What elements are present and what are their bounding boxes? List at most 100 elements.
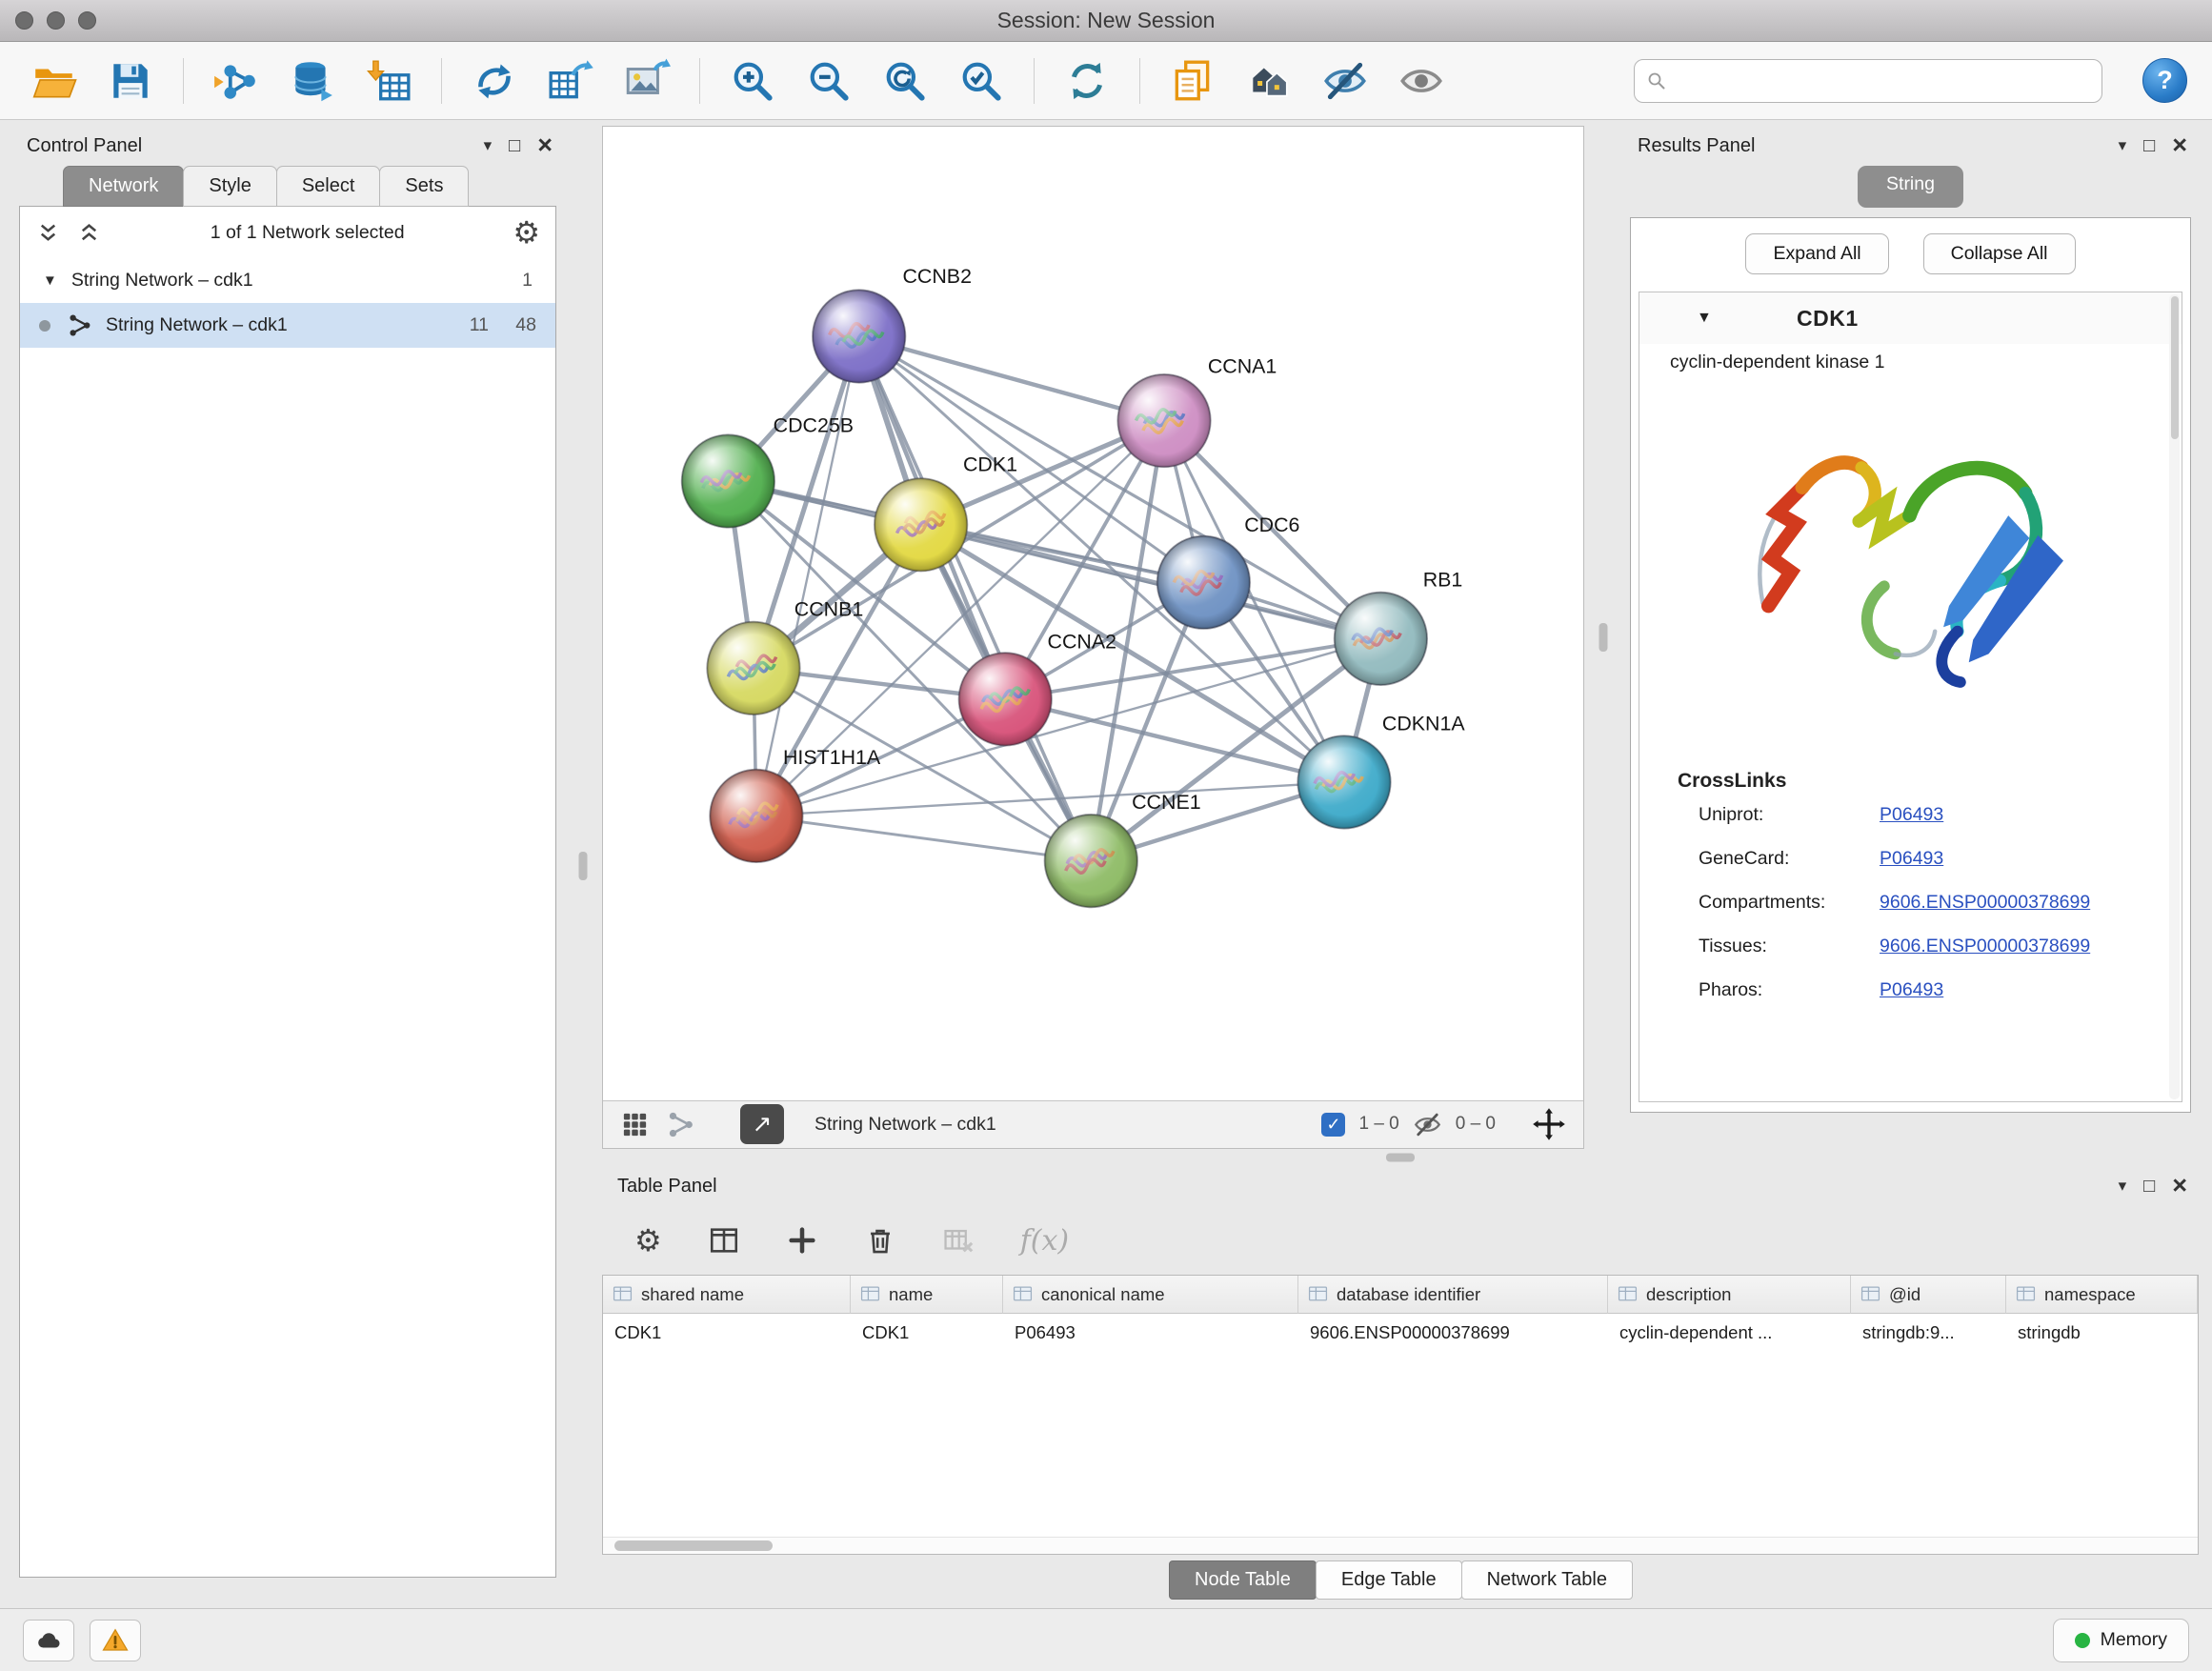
apply-layout-button[interactable] bbox=[1057, 51, 1116, 111]
network-node-CDKN1A[interactable] bbox=[1297, 735, 1390, 828]
float-panel-icon[interactable]: ▾ bbox=[2119, 136, 2127, 155]
create-column-icon[interactable] bbox=[786, 1224, 818, 1257]
expand-all-button[interactable]: Expand All bbox=[1745, 233, 1888, 274]
column-header-name[interactable]: name bbox=[851, 1276, 1003, 1314]
tab-network-table[interactable]: Network Table bbox=[1461, 1560, 1633, 1600]
pan-crosshair-icon[interactable] bbox=[1532, 1107, 1566, 1141]
network-edge[interactable] bbox=[921, 525, 1381, 639]
grid-view-icon[interactable] bbox=[620, 1110, 650, 1139]
collapse-all-button[interactable]: Collapse All bbox=[1923, 233, 2076, 274]
network-graph[interactable]: CCNB2CCNA1CDC25BCDK1CDC6RB1CCNB1CCNA2CDK… bbox=[603, 127, 1583, 1100]
network-canvas[interactable]: CCNB2CCNA1CDC25BCDK1CDC6RB1CCNB1CCNA2CDK… bbox=[603, 127, 1583, 1100]
close-panel-icon[interactable]: × bbox=[537, 135, 553, 156]
float-panel-icon[interactable]: ▾ bbox=[2119, 1177, 2127, 1196]
network-edge[interactable] bbox=[756, 336, 859, 815]
column-header-id[interactable]: @id bbox=[1851, 1276, 2006, 1314]
tab-edge-table[interactable]: Edge Table bbox=[1316, 1560, 1462, 1600]
search-input[interactable] bbox=[1634, 59, 2102, 103]
network-node-CCNA1[interactable] bbox=[1117, 374, 1210, 467]
splitter-grip[interactable] bbox=[579, 852, 588, 880]
collapse-all-icon[interactable] bbox=[76, 220, 102, 246]
splitter-grip[interactable] bbox=[1386, 1154, 1415, 1162]
table-settings-gear-icon[interactable]: ⚙ bbox=[634, 1225, 662, 1256]
new-network-from-selection-button[interactable] bbox=[465, 51, 524, 111]
network-node-CCNB2[interactable] bbox=[813, 290, 905, 382]
show-columns-icon[interactable] bbox=[708, 1224, 740, 1257]
column-header-description[interactable]: description bbox=[1608, 1276, 1851, 1314]
crosslink-link[interactable]: P06493 bbox=[1880, 848, 1943, 870]
detach-view-button[interactable]: ↗ bbox=[740, 1104, 784, 1144]
cloud-status-button[interactable] bbox=[23, 1620, 74, 1661]
memory-button[interactable]: Memory bbox=[2053, 1619, 2189, 1662]
maximize-panel-icon[interactable]: □ bbox=[2143, 1176, 2155, 1198]
table-horizontal-scrollbar[interactable] bbox=[603, 1537, 2198, 1554]
column-header-database-identifier[interactable]: database identifier bbox=[1298, 1276, 1608, 1314]
horizontal-splitter[interactable] bbox=[602, 1149, 2199, 1166]
network-row[interactable]: String Network – cdk1 11 48 bbox=[20, 303, 555, 348]
maximize-panel-icon[interactable]: □ bbox=[509, 135, 520, 157]
tab-sets[interactable]: Sets bbox=[379, 166, 469, 207]
crosslink-link[interactable]: 9606.ENSP00000378699 bbox=[1880, 892, 2090, 914]
scrollbar-thumb[interactable] bbox=[2171, 296, 2179, 439]
export-image-button[interactable] bbox=[617, 51, 676, 111]
column-header-shared-name[interactable]: shared name bbox=[603, 1276, 851, 1314]
tab-select[interactable]: Select bbox=[276, 166, 381, 207]
results-scrollbar[interactable] bbox=[2169, 294, 2180, 1099]
zoom-out-button[interactable] bbox=[799, 51, 858, 111]
window-zoom-button[interactable] bbox=[78, 11, 96, 30]
tab-string[interactable]: String bbox=[1858, 166, 1963, 208]
network-node-CDC25B[interactable] bbox=[682, 434, 774, 527]
hide-graphics-details-button[interactable] bbox=[1316, 51, 1375, 111]
tab-style[interactable]: Style bbox=[183, 166, 276, 207]
network-node-CCNE1[interactable] bbox=[1045, 815, 1137, 907]
window-minimize-button[interactable] bbox=[47, 11, 65, 30]
crosslink-link[interactable]: 9606.ENSP00000378699 bbox=[1880, 936, 2090, 957]
network-node-CCNA2[interactable] bbox=[959, 653, 1052, 745]
splitter-grip[interactable] bbox=[1599, 623, 1608, 652]
tab-network[interactable]: Network bbox=[63, 166, 184, 207]
network-node-HIST1H1A[interactable] bbox=[710, 770, 802, 862]
collapse-triangle-icon[interactable]: ▼ bbox=[43, 272, 57, 289]
column-header-canonical-name[interactable]: canonical name bbox=[1003, 1276, 1298, 1314]
window-close-button[interactable] bbox=[15, 11, 33, 30]
export-table-button[interactable] bbox=[541, 51, 600, 111]
close-panel-icon[interactable]: × bbox=[2172, 135, 2187, 156]
import-network-file-button[interactable] bbox=[207, 51, 266, 111]
save-session-button[interactable] bbox=[101, 51, 160, 111]
float-panel-icon[interactable]: ▾ bbox=[484, 136, 493, 155]
crosslink-link[interactable]: P06493 bbox=[1880, 979, 1943, 1001]
warnings-button[interactable] bbox=[90, 1620, 141, 1661]
network-edge[interactable] bbox=[859, 336, 1092, 861]
network-edge[interactable] bbox=[756, 638, 1380, 815]
help-button[interactable]: ? bbox=[2142, 58, 2187, 103]
duplicate-network-button[interactable] bbox=[1163, 51, 1222, 111]
open-session-button[interactable] bbox=[25, 51, 84, 111]
network-node-CDK1[interactable] bbox=[875, 478, 967, 571]
left-splitter[interactable] bbox=[564, 126, 602, 1606]
import-table-button[interactable] bbox=[359, 51, 418, 111]
network-edge[interactable] bbox=[756, 815, 1091, 860]
zoom-selected-button[interactable] bbox=[952, 51, 1011, 111]
gene-section-header[interactable]: ▼ CDK1 bbox=[1639, 292, 2182, 344]
network-view-icon[interactable] bbox=[667, 1110, 696, 1139]
zoom-in-button[interactable] bbox=[723, 51, 782, 111]
collapse-triangle-icon[interactable]: ▼ bbox=[1697, 310, 1712, 327]
delete-column-icon[interactable] bbox=[864, 1224, 896, 1257]
zoom-fit-button[interactable] bbox=[875, 51, 935, 111]
tab-node-table[interactable]: Node Table bbox=[1169, 1560, 1317, 1600]
column-header-namespace[interactable]: namespace bbox=[2006, 1276, 2198, 1314]
welcome-screen-button[interactable] bbox=[1239, 51, 1298, 111]
network-node-CDC6[interactable] bbox=[1157, 536, 1250, 629]
table-row[interactable]: CDK1 CDK1 P06493 9606.ENSP00000378699 cy… bbox=[603, 1314, 2198, 1352]
crosslink-link[interactable]: P06493 bbox=[1880, 804, 1943, 826]
scrollbar-thumb[interactable] bbox=[614, 1540, 773, 1551]
maximize-panel-icon[interactable]: □ bbox=[2143, 135, 2155, 157]
import-network-database-button[interactable] bbox=[283, 51, 342, 111]
expand-all-icon[interactable] bbox=[35, 220, 61, 246]
close-panel-icon[interactable]: × bbox=[2172, 1176, 2187, 1197]
show-graphics-details-button[interactable] bbox=[1392, 51, 1451, 111]
center-splitter[interactable] bbox=[1584, 126, 1622, 1149]
network-node-CCNB1[interactable] bbox=[707, 622, 799, 715]
network-options-gear-icon[interactable]: ⚙ bbox=[513, 217, 540, 248]
network-node-RB1[interactable] bbox=[1335, 593, 1427, 685]
